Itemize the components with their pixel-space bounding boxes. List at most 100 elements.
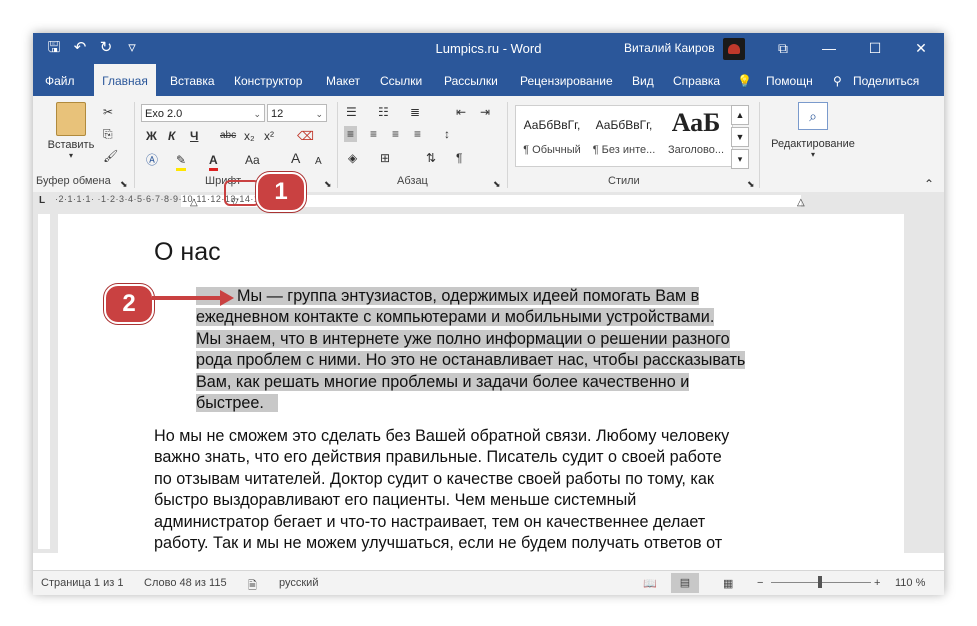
italic-button[interactable]: К xyxy=(168,128,175,144)
page-count[interactable]: Страница 1 из 1 xyxy=(41,577,123,589)
web-layout-icon[interactable]: ▦ xyxy=(723,577,733,590)
shading-icon[interactable]: ◈ xyxy=(348,150,357,166)
font-launcher-icon[interactable]: ⬊ xyxy=(324,176,332,192)
cut-icon[interactable]: ✂ xyxy=(103,104,113,120)
tab-design[interactable]: Конструктор xyxy=(234,64,302,96)
tab-review[interactable]: Рецензирование xyxy=(520,64,613,96)
right-indent-marker[interactable]: △ xyxy=(797,195,805,211)
superscript-button[interactable]: x² xyxy=(264,128,274,144)
align-right-icon[interactable]: ≡ xyxy=(392,126,399,142)
callout-arrow xyxy=(152,290,234,306)
close-button[interactable]: ✕ xyxy=(898,33,944,64)
zoom-in-button[interactable]: + xyxy=(874,577,880,589)
bullets-icon[interactable]: ☰ xyxy=(346,104,357,120)
para2-line-2: важно знать, что его действия правильные… xyxy=(154,448,722,467)
show-marks-icon[interactable]: ¶ xyxy=(456,150,462,166)
styles-gallery: АаБбВвГг, ¶ Обычный АаБбВвГг, ¶ Без инте… xyxy=(515,105,733,167)
strikethrough-button[interactable]: abc xyxy=(220,128,236,144)
page-heading[interactable]: О нас xyxy=(154,238,221,267)
multilevel-list-icon[interactable]: ≣ xyxy=(410,104,420,120)
tab-mailings[interactable]: Рассылки xyxy=(444,64,498,96)
window-controls: ⧉ — ☐ ✕ xyxy=(760,33,944,64)
justify-icon[interactable]: ≡ xyxy=(414,126,421,142)
borders-icon[interactable]: ⊞ xyxy=(380,150,390,166)
tab-insert[interactable]: Вставка xyxy=(170,64,215,96)
user-name[interactable]: Виталий Каиров xyxy=(624,41,715,55)
horizontal-ruler[interactable]: L ·2·1·1·1· ·1·2·3·4·5·6·7·8·9·10·11·12·… xyxy=(33,192,944,210)
line-spacing-icon[interactable]: ↕ xyxy=(444,126,450,142)
clipboard-launcher-icon[interactable]: ⬊ xyxy=(120,176,128,192)
bold-button[interactable]: Ж xyxy=(146,128,157,144)
tab-home[interactable]: Главная xyxy=(94,64,156,96)
para1-line-3: Мы знаем, что в интернете уже полно инфо… xyxy=(196,329,730,348)
callout-highlight-box xyxy=(224,180,260,206)
change-case-button[interactable]: Aa xyxy=(245,152,260,168)
minimize-button[interactable]: — xyxy=(806,33,852,64)
zoom-out-button[interactable]: − xyxy=(757,577,763,589)
align-center-icon[interactable]: ≡ xyxy=(370,126,377,142)
read-mode-icon[interactable]: 📖 xyxy=(643,577,657,590)
zoom-level[interactable]: 110 % xyxy=(895,577,925,589)
style-no-spacing[interactable]: АаБбВвГг, ¶ Без инте... xyxy=(588,106,660,164)
style-normal[interactable]: АаБбВвГг, ¶ Обычный xyxy=(516,106,588,164)
document-page[interactable]: О нас Мы — группа энтузиастов, одержимых… xyxy=(58,214,904,553)
tab-share[interactable]: Поделиться xyxy=(853,64,919,96)
font-size-value: 12 xyxy=(271,108,284,120)
font-name-combo[interactable]: Exo 2.0 ⌄ xyxy=(141,104,265,122)
align-left-icon[interactable]: ≡ xyxy=(344,126,358,142)
font-size-combo[interactable]: 12 ⌄ xyxy=(267,104,327,122)
language-indicator[interactable]: русский xyxy=(279,577,318,589)
clear-formatting-icon[interactable]: ⌫ xyxy=(297,128,314,144)
underline-button[interactable]: Ч xyxy=(190,128,198,144)
styles-up-icon[interactable]: ▲ xyxy=(731,105,749,125)
style-heading[interactable]: АаБ Заголово... xyxy=(660,106,732,164)
grow-font-button[interactable]: A xyxy=(291,150,300,166)
editing-button[interactable]: ⌕ Редактирование ▾ xyxy=(768,102,858,159)
paste-button[interactable]: Вставить ▾ xyxy=(43,102,99,160)
ribbon-display-options-button[interactable]: ⧉ xyxy=(760,33,806,64)
tab-view[interactable]: Вид xyxy=(632,64,654,96)
numbering-icon[interactable]: ☷ xyxy=(378,104,389,120)
tab-tell-me[interactable]: Помощн xyxy=(766,64,813,96)
copy-icon[interactable]: ⎘ xyxy=(103,126,113,142)
increase-indent-icon[interactable]: ⇥ xyxy=(480,104,490,120)
selected-paragraph[interactable]: Мы — группа энтузиастов, одержимых идеей… xyxy=(196,286,816,414)
print-layout-icon[interactable]: ▤ xyxy=(671,573,699,593)
styles-more-icon[interactable]: ▾ xyxy=(731,149,749,169)
share-icon: ⚲ xyxy=(833,74,842,88)
tab-layout[interactable]: Макет xyxy=(326,64,360,96)
tab-help[interactable]: Справка xyxy=(673,64,720,96)
paragraph-launcher-icon[interactable]: ⬊ xyxy=(493,176,501,192)
vertical-ruler[interactable] xyxy=(38,214,50,549)
style-no-spacing-sample: АаБбВвГг, xyxy=(595,118,653,132)
format-painter-icon[interactable]: 🖌 xyxy=(103,148,118,164)
style-heading-sample: АаБ xyxy=(671,108,721,137)
tab-file[interactable]: Файл xyxy=(45,64,75,96)
subscript-button[interactable]: x₂ xyxy=(244,128,255,144)
lightbulb-icon: 💡 xyxy=(737,74,752,88)
font-color-button[interactable]: A xyxy=(209,152,218,171)
decrease-indent-icon[interactable]: ⇤ xyxy=(456,104,466,120)
ribbon-tabs: Файл Главная Вставка Конструктор Макет С… xyxy=(33,64,944,96)
text-effects-icon[interactable]: Ⓐ xyxy=(146,152,158,168)
tab-references[interactable]: Ссылки xyxy=(380,64,422,96)
hanging-indent-marker[interactable]: △ xyxy=(190,195,198,211)
styles-launcher-icon[interactable]: ⬊ xyxy=(747,176,755,192)
word-count[interactable]: Слово 48 из 115 xyxy=(144,577,227,589)
avatar[interactable] xyxy=(723,38,745,60)
shrink-font-button[interactable]: A xyxy=(315,154,322,170)
proofing-icon[interactable]: 🗎 xyxy=(248,577,257,596)
highlight-icon[interactable]: ✎ xyxy=(176,152,187,171)
para1-line-2: ежедневном контакте с компьютерами и моб… xyxy=(196,308,715,327)
para2-line-4: быстро выздоравливают его пациенты. Чем … xyxy=(154,491,637,510)
sort-icon[interactable]: ⇅ xyxy=(426,150,436,166)
maximize-button[interactable]: ☐ xyxy=(852,33,898,64)
status-bar: Страница 1 из 1 Слово 48 из 115 🗎 русски… xyxy=(33,570,944,595)
styles-down-icon[interactable]: ▼ xyxy=(731,127,749,147)
zoom-slider-thumb[interactable] xyxy=(818,576,822,588)
body-paragraph[interactable]: Но мы не сможем это сделать без Вашей об… xyxy=(154,426,804,553)
document-area: О нас Мы — группа энтузиастов, одержимых… xyxy=(33,210,944,553)
tab-selector-icon[interactable]: L xyxy=(39,193,45,209)
font-name-value: Exo 2.0 xyxy=(145,108,183,120)
collapse-ribbon-icon[interactable]: ⌃ xyxy=(924,176,934,192)
